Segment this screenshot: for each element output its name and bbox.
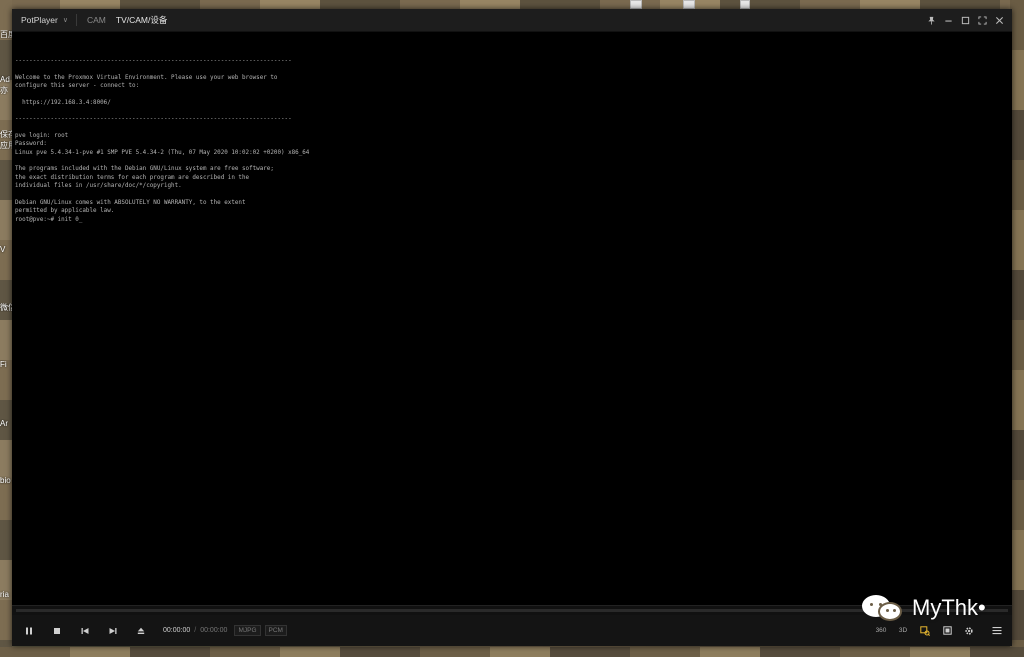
terminal-line: root@pve:~# init 0_ — [15, 216, 83, 223]
terminal-line: Welcome to the Proxmox Virtual Environme… — [15, 74, 278, 81]
desktop-icon-label[interactable]: V — [0, 245, 12, 254]
wechat-logo-icon — [862, 591, 906, 625]
terminal-line: Debian GNU/Linux comes with ABSOLUTELY N… — [15, 199, 246, 206]
window-controls — [923, 9, 1008, 31]
terminal-line: permitted by applicable law. — [15, 208, 115, 215]
desktop-icon-label[interactable]: 微信 — [0, 303, 12, 312]
desktop-wallpaper-left — [0, 0, 12, 657]
desktop-icon-top[interactable] — [630, 0, 642, 9]
desktop-wallpaper-bottom — [0, 647, 1024, 657]
terminal-line: the exact distribution terms for each pr… — [15, 174, 250, 181]
desktop-icon-top[interactable] — [683, 0, 695, 9]
potplayer-window: PotPlayer ∨ CAM TV/CAM/设备 --------------… — [12, 9, 1012, 646]
current-time: 00:00:00 — [163, 627, 191, 634]
previous-icon[interactable] — [71, 615, 99, 646]
time-display: 00:00:00/00:00:00 — [163, 627, 227, 634]
menu-icon[interactable] — [986, 615, 1008, 646]
terminal-line: The programs included with the Debian GN… — [15, 166, 274, 173]
video-codec-badge[interactable]: MJPG — [234, 625, 261, 636]
desktop-icon-label[interactable]: ria — [0, 590, 12, 599]
duration: 00:00:00 — [200, 627, 228, 634]
terminal-line: pve login: root — [15, 133, 69, 140]
terminal-line: https://192.168.3.4:8006/ — [15, 99, 111, 106]
app-name: PotPlayer — [21, 15, 58, 25]
fullscreen-icon[interactable] — [974, 9, 991, 31]
minimize-icon[interactable] — [940, 9, 957, 31]
desktop-icon-label[interactable]: Ad — [0, 75, 12, 84]
desktop-icon-label[interactable]: bio — [0, 476, 12, 485]
close-icon[interactable] — [991, 9, 1008, 31]
time-separator: / — [194, 627, 197, 634]
desktop-wallpaper-right — [1010, 0, 1024, 657]
desktop-icon-label[interactable]: 保存 — [0, 130, 12, 139]
desktop-icon-label[interactable]: 亦 — [0, 86, 12, 95]
watermark-text: MyThk• — [912, 595, 986, 620]
eject-icon[interactable] — [127, 615, 155, 646]
terminal-line: configure this server - connect to: — [15, 83, 140, 90]
desktop-icon-label[interactable]: 应用 — [0, 141, 12, 150]
stop-icon[interactable] — [43, 615, 71, 646]
desktop-icon-label[interactable]: Fi — [0, 360, 12, 369]
tab-cam[interactable]: CAM — [87, 15, 106, 25]
maximize-icon[interactable] — [957, 9, 974, 31]
seek-track[interactable] — [16, 609, 1008, 612]
chevron-down-icon: ∨ — [62, 17, 68, 24]
pause-icon[interactable] — [15, 615, 43, 646]
desktop-icon-label[interactable]: Ar — [0, 419, 12, 428]
audio-codec-badge[interactable]: PCM — [264, 625, 287, 636]
desktop-icon-top[interactable] — [740, 0, 750, 9]
tab-tv-cam-device[interactable]: TV/CAM/设备 — [116, 14, 167, 26]
terminal-line: ----------------------------------------… — [15, 58, 292, 64]
next-icon[interactable] — [99, 615, 127, 646]
terminal-line: individual files in /usr/share/doc/*/cop… — [15, 183, 182, 190]
terminal-line: ----------------------------------------… — [15, 116, 292, 123]
app-menu-button[interactable]: PotPlayer ∨ — [12, 9, 68, 31]
terminal-line: Linux pve 5.4.34-1-pve #1 SMP PVE 5.4.34… — [15, 149, 310, 156]
title-divider — [75, 14, 77, 26]
pin-icon[interactable] — [923, 9, 940, 31]
title-bar[interactable]: PotPlayer ∨ CAM TV/CAM/设备 — [12, 9, 1012, 32]
desktop-icon-label[interactable]: 百度 — [0, 30, 12, 39]
terminal-line: Password: — [15, 141, 47, 148]
video-terminal-output: ----------------------------------------… — [15, 57, 375, 224]
desktop-wallpaper-top — [0, 0, 1024, 9]
watermark: MyThk• — [862, 588, 986, 628]
